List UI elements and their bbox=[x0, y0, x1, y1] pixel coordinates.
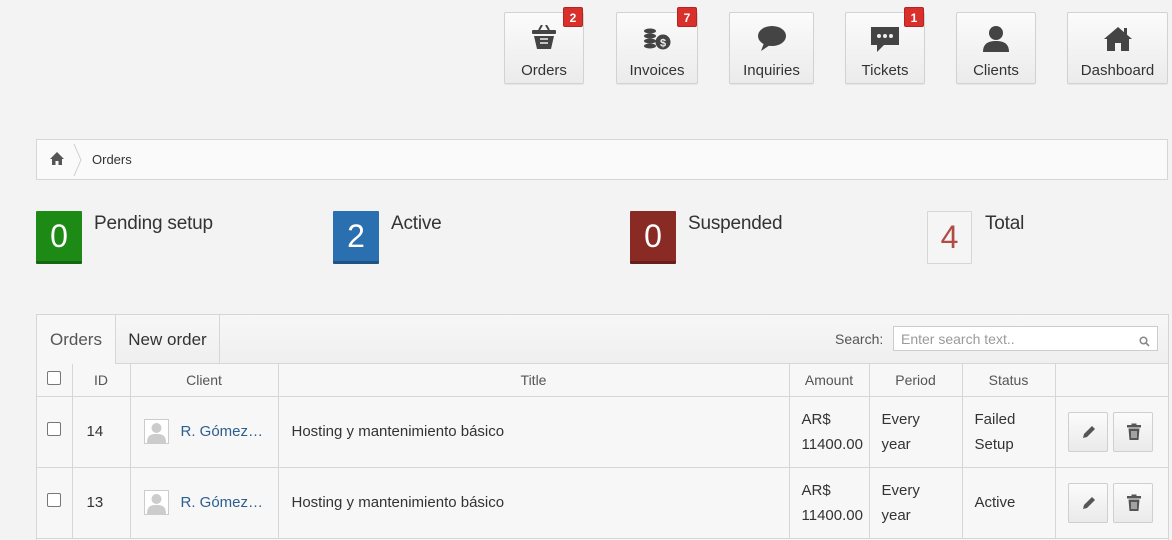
stat-caption: Total bbox=[985, 213, 1025, 234]
shortcut-label: Orders bbox=[521, 62, 567, 79]
client-cell: R. Gómez… bbox=[130, 467, 279, 539]
table-row: 14 R. Gómez… Hosting y mantenimiento bás… bbox=[37, 396, 1168, 468]
pencil-icon bbox=[1082, 425, 1095, 438]
header-actions bbox=[1055, 364, 1168, 397]
shortcut-clients[interactable]: Clients bbox=[956, 12, 1036, 84]
user-icon bbox=[957, 25, 1035, 53]
tab-new-order[interactable]: New order bbox=[116, 315, 220, 364]
speech-bubble-icon bbox=[730, 25, 813, 53]
row-select-cell bbox=[37, 467, 73, 539]
stat-value: 0 bbox=[630, 211, 676, 264]
breadcrumb-separator-icon bbox=[73, 143, 83, 181]
delete-button[interactable] bbox=[1112, 411, 1153, 452]
table-header-row: ID Client Title Amount Period Status bbox=[37, 364, 1168, 397]
orders-table: ID Client Title Amount Period Status 14 bbox=[37, 364, 1168, 539]
stat-caption: Active bbox=[391, 213, 442, 234]
trash-icon bbox=[1126, 423, 1141, 440]
shortcut-label: Invoices bbox=[629, 62, 685, 79]
header-title[interactable]: Title bbox=[278, 364, 790, 397]
period-line-1: Every bbox=[881, 481, 920, 499]
stat-caption: Suspended bbox=[688, 213, 783, 234]
row-checkbox[interactable] bbox=[47, 493, 62, 507]
order-id: 14 bbox=[72, 396, 131, 468]
row-checkbox[interactable] bbox=[47, 422, 62, 436]
header-period[interactable]: Period bbox=[869, 364, 963, 397]
order-status: Active bbox=[962, 467, 1056, 539]
delete-button[interactable] bbox=[1112, 482, 1153, 523]
client-link[interactable]: R. Gómez… bbox=[181, 419, 264, 444]
currency: AR$ bbox=[801, 410, 831, 428]
order-amount: AR$ 11400.00 bbox=[789, 396, 870, 468]
status-line-2: Setup bbox=[974, 435, 1014, 453]
row-select-cell bbox=[37, 396, 73, 468]
period-line-1: Every bbox=[881, 410, 920, 428]
order-title: Hosting y mantenimiento básico bbox=[278, 396, 790, 468]
period-line-2: year bbox=[881, 435, 911, 453]
shortcut-label: Tickets bbox=[861, 62, 909, 79]
shortcut-dashboard[interactable]: Dashboard bbox=[1067, 12, 1168, 84]
invoices-badge: 7 bbox=[677, 7, 697, 27]
search-label: Search: bbox=[835, 331, 884, 347]
order-title: Hosting y mantenimiento básico bbox=[278, 467, 790, 539]
row-actions bbox=[1055, 467, 1168, 539]
basket-icon bbox=[505, 25, 583, 53]
period-line-2: year bbox=[881, 506, 911, 524]
stat-value: 2 bbox=[333, 211, 379, 264]
row-actions bbox=[1055, 396, 1168, 468]
avatar bbox=[143, 490, 169, 515]
tab-orders[interactable]: Orders bbox=[37, 315, 116, 365]
avatar bbox=[143, 419, 169, 444]
header-amount[interactable]: Amount bbox=[789, 364, 870, 397]
status-line-1: Failed bbox=[974, 410, 1016, 428]
stat-caption: Pending setup bbox=[94, 213, 213, 234]
shortcut-tickets[interactable]: 1 Tickets bbox=[845, 7, 925, 84]
edit-button[interactable] bbox=[1067, 411, 1108, 452]
trash-icon bbox=[1126, 494, 1141, 511]
orders-panel: Orders New order Search: ID Client Title… bbox=[36, 314, 1169, 540]
header-id[interactable]: ID bbox=[72, 364, 131, 397]
currency: AR$ bbox=[801, 481, 831, 499]
home-icon[interactable] bbox=[49, 151, 65, 171]
coins-icon: $ bbox=[617, 25, 697, 53]
header-select-all bbox=[37, 364, 73, 397]
breadcrumb: Orders bbox=[36, 139, 1168, 180]
order-amount: AR$ 11400.00 bbox=[789, 467, 870, 539]
client-cell: R. Gómez… bbox=[130, 396, 279, 468]
shortcut-label: Inquiries bbox=[743, 62, 800, 79]
pencil-icon bbox=[1082, 496, 1095, 509]
status-line-1: Active bbox=[974, 494, 1016, 511]
shortcut-label: Dashboard bbox=[1080, 62, 1155, 79]
order-id: 13 bbox=[72, 467, 131, 539]
amount-value: 11400.00 bbox=[801, 506, 863, 524]
search-icon[interactable] bbox=[1139, 334, 1150, 352]
client-link[interactable]: R. Gómez… bbox=[181, 490, 264, 515]
edit-button[interactable] bbox=[1067, 482, 1108, 523]
tab-bar: Orders New order Search: bbox=[37, 315, 1168, 365]
tickets-badge: 1 bbox=[904, 7, 924, 27]
search-input[interactable] bbox=[893, 326, 1158, 351]
shortcut-orders[interactable]: 2 Orders bbox=[504, 7, 584, 84]
header-status[interactable]: Status bbox=[962, 364, 1056, 397]
order-period: Every year bbox=[869, 396, 963, 468]
select-all-checkbox[interactable] bbox=[47, 371, 62, 386]
header-client[interactable]: Client bbox=[130, 364, 279, 397]
shortcut-inquiries[interactable]: Inquiries bbox=[729, 12, 814, 84]
amount-value: 11400.00 bbox=[801, 435, 863, 453]
home-icon bbox=[1068, 25, 1167, 53]
order-status: Failed Setup bbox=[962, 396, 1056, 468]
breadcrumb-current: Orders bbox=[92, 152, 132, 167]
shortcut-invoices[interactable]: 7 $ Invoices bbox=[616, 7, 698, 84]
orders-badge: 2 bbox=[563, 7, 583, 27]
stat-value: 0 bbox=[36, 211, 82, 264]
table-row: 13 R. Gómez… Hosting y mantenimiento bás… bbox=[37, 467, 1168, 539]
order-period: Every year bbox=[869, 467, 963, 539]
shortcut-label: Clients bbox=[973, 62, 1019, 79]
svg-text:$: $ bbox=[660, 38, 666, 50]
ticket-chat-icon bbox=[846, 25, 924, 53]
stat-value: 4 bbox=[927, 211, 972, 264]
